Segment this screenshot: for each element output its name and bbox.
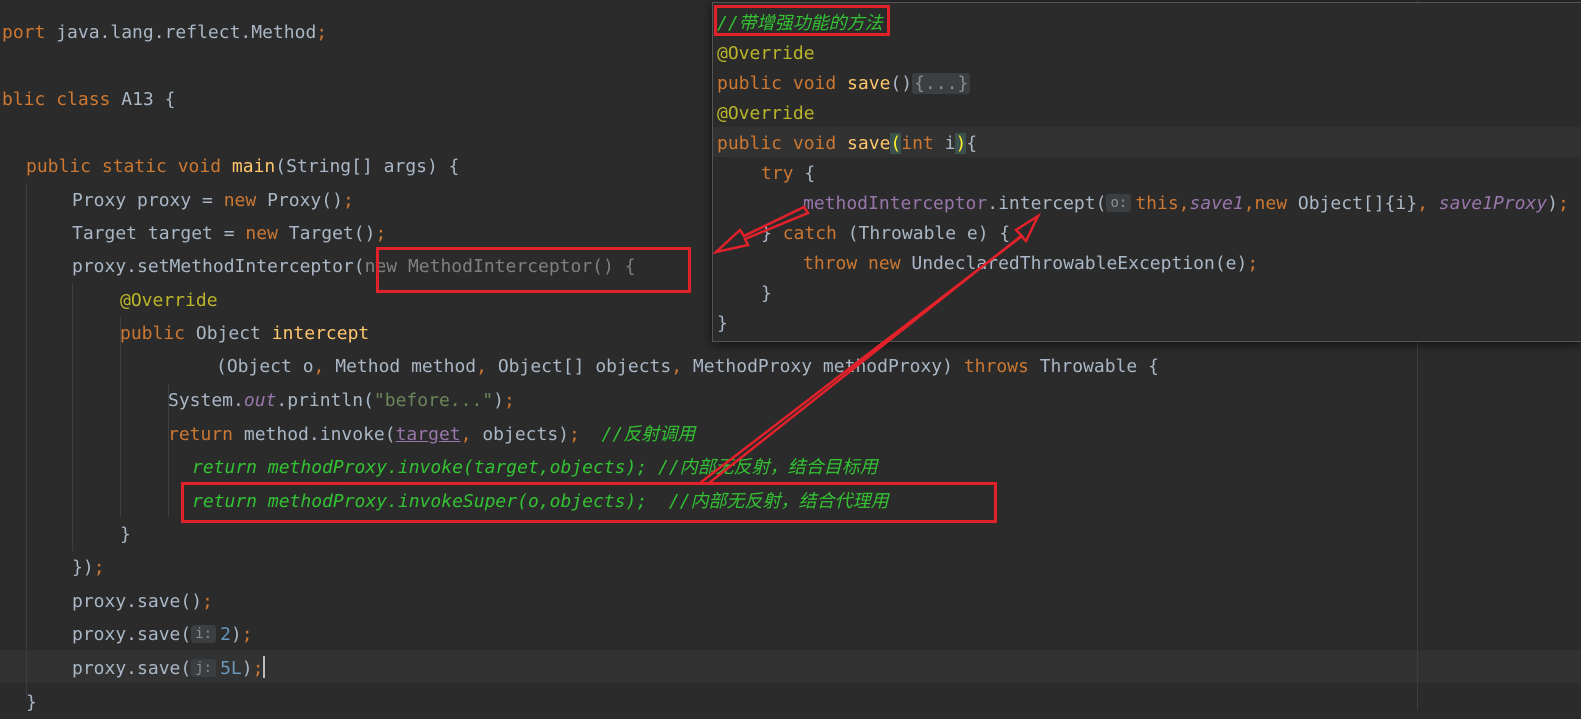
code-line-proxy-new[interactable]: Proxy proxy = new Proxy(); [72, 184, 354, 217]
code-line-println[interactable]: System.out.println("before..."); [168, 384, 515, 417]
popup-line-save-int: public void save(int i){ [717, 133, 978, 154]
code-line-override[interactable]: @Override [120, 284, 218, 317]
popup-line-catch: } catch (Throwable e) { [761, 223, 1011, 244]
popup-line-throw: throw new UndeclaredThrowableException(e… [803, 253, 1259, 274]
code-line-close-intercept[interactable]: } [120, 518, 131, 551]
highlight-box-invoke-super [181, 482, 997, 523]
code-line-intercept-params[interactable]: (Object o, Method method, Object[] objec… [216, 350, 1159, 383]
folded-code[interactable]: {...} [912, 73, 971, 94]
param-hint: i: [191, 625, 217, 643]
code-line-close-main[interactable]: } [26, 686, 37, 719]
popup-line-save: public void save() {...} [717, 73, 971, 94]
popup-line-intercept-call: methodInterceptor.intercept(o: this,save1… [803, 193, 1569, 214]
popup-line-try: try { [761, 163, 816, 184]
code-line-close-anon[interactable]: }); [72, 551, 105, 584]
code-line-save-int[interactable]: proxy.save(i: 2); [72, 618, 253, 651]
popup-line-close-catch: } [761, 283, 772, 304]
code-line-class[interactable]: blic class A13 { [2, 83, 175, 116]
quick-definition-popup[interactable]: //带增强功能的方法 @Override public void save(){… [712, 2, 1581, 342]
param-hint: o: [1106, 194, 1132, 212]
indent-guide [72, 283, 73, 551]
code-line-save-0[interactable]: proxy.save(); [72, 585, 213, 618]
code-line-comment-invoke[interactable]: return methodProxy.invoke(target,objects… [192, 451, 878, 484]
code-line-target-new[interactable]: Target target = new Target(); [72, 217, 386, 250]
indent-guide [26, 183, 27, 700]
popup-line-close-method: } [717, 313, 728, 334]
code-line-save-long[interactable]: proxy.save(j: 5L); [72, 652, 266, 685]
param-hint: j: [191, 659, 217, 677]
code-line-intercept-decl[interactable]: public Object intercept [120, 317, 369, 350]
popup-line-override: @Override [717, 43, 815, 64]
code-line-main[interactable]: public static void main(String[] args) { [26, 150, 460, 183]
code-line-import[interactable]: port java.lang.reflect.Method; [2, 16, 327, 49]
code-line-return-invoke[interactable]: return method.invoke(target, objects); /… [168, 418, 695, 451]
popup-line-override-2: @Override [717, 103, 815, 124]
highlight-box-popup-comment [714, 5, 890, 36]
highlight-box-new-interceptor [376, 247, 691, 293]
text-caret [263, 656, 266, 678]
